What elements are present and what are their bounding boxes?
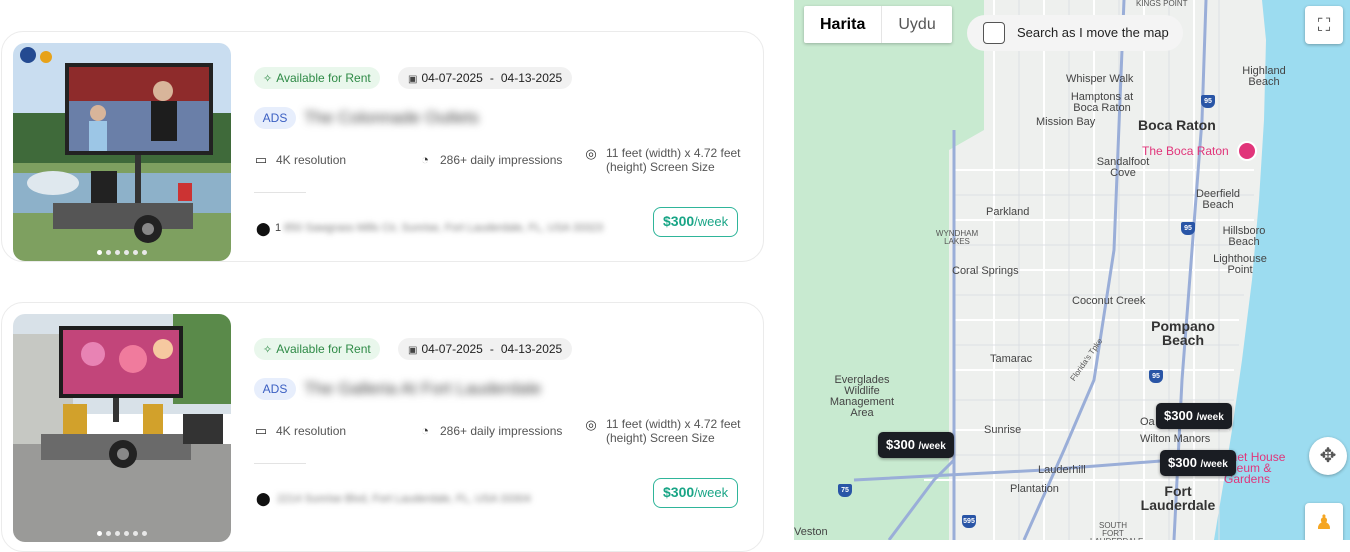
- document-icon: ▭: [254, 152, 268, 167]
- gauge-icon: ◔: [421, 152, 429, 167]
- listing-photo[interactable]: [13, 43, 231, 261]
- map-label: Deerfield Beach: [1195, 188, 1241, 211]
- map-label: Boca Raton: [1138, 117, 1216, 133]
- map-label: Whisper Walk: [1066, 73, 1134, 85]
- map-panel[interactable]: Harita Uydu Search as I move the map ⛶ ✥…: [794, 0, 1350, 540]
- resolution-feature: ▭ 4K resolution: [254, 423, 347, 438]
- image-carousel-dots[interactable]: [13, 531, 231, 536]
- trailer-screen-image: [13, 314, 231, 542]
- price-tag[interactable]: $300/week: [653, 478, 739, 508]
- map-label: Hamptons at Boca Raton: [1070, 91, 1134, 114]
- map-label: Everglades Wildlife Management Area: [829, 374, 895, 419]
- availability-badge: ✧ Available for Rent: [254, 67, 380, 89]
- screen-size-feature: ◎ 11 feet (width) x 4.72 feet (height) Sc…: [585, 146, 741, 174]
- map-label: Sandalfoot Cove: [1096, 156, 1150, 179]
- map-label: Tamarac: [990, 353, 1033, 365]
- map-price-marker[interactable]: $300 /week: [1156, 403, 1232, 429]
- date-range-badge: ▣ 04-07-2025-04-13-2025: [398, 338, 573, 360]
- pegman-icon: ♟: [1315, 512, 1333, 534]
- location-pin-icon: ⬤: [256, 491, 271, 506]
- location-pin-icon: ⬤: [256, 221, 271, 236]
- listings-panel: ✧ Available for Rent ▣ 04-07-2025-04-13-20…: [0, 0, 794, 552]
- listing-address: 2214 Sunrise Blvd, Fort Lauderdale, FL, …: [277, 493, 531, 505]
- impressions-feature: ◔ 286+ daily impressions: [418, 423, 562, 439]
- map-poi-label[interactable]: nnet House useum & Gardens: [1224, 451, 1308, 485]
- map-type-map-button[interactable]: Harita: [804, 6, 883, 43]
- date-range-badge: ▣ 04-07-2025-04-13-2025: [398, 67, 573, 89]
- divider: [254, 192, 306, 193]
- map-label: SOUTH FORT LAUDERDALE: [1090, 521, 1143, 541]
- listing-title[interactable]: The Colonnade Outlets: [304, 107, 479, 129]
- map-label: WYNDHAM LAKES: [935, 229, 979, 246]
- interstate-shield-icon: 75: [838, 484, 852, 497]
- target-icon: ◎: [585, 417, 597, 432]
- street-view-pegman-button[interactable]: ♟: [1305, 503, 1343, 540]
- interstate-shield-icon: 95: [1181, 222, 1195, 235]
- listing-address: 850 Sawgrass Mills Cir, Sunrise, Fort La…: [284, 222, 604, 234]
- map-label: Lighthouse Point: [1213, 253, 1267, 276]
- calendar-icon: ▣: [408, 74, 418, 85]
- interstate-shield-icon: 95: [1149, 370, 1163, 383]
- map-label: Plantation: [1010, 483, 1059, 495]
- search-as-move-checkbox[interactable]: [983, 22, 1005, 44]
- ads-badge: ADS: [254, 378, 296, 400]
- search-as-move-toggle[interactable]: Search as I move the map: [967, 15, 1183, 51]
- map-label: Sunrise: [984, 424, 1022, 436]
- map-label: Fort Lauderdale: [1140, 483, 1216, 513]
- listing-photo[interactable]: [13, 314, 231, 542]
- map-label: Mission Bay: [1036, 116, 1096, 128]
- price-tag[interactable]: $300/week: [653, 207, 739, 237]
- screen-size-feature: ◎ 11 feet (width) x 4.72 feet (height) Sc…: [585, 417, 741, 445]
- impressions-feature: ◔ 286+ daily impressions: [418, 152, 562, 168]
- interstate-shield-icon: 595: [962, 515, 976, 528]
- map-label: Veston: [794, 526, 828, 538]
- map-type-satellite-button[interactable]: Uydu: [882, 6, 951, 43]
- address-prefix: 1: [275, 222, 282, 234]
- fullscreen-icon: ⛶: [1317, 15, 1331, 35]
- divider: [254, 463, 306, 464]
- map-label: Coconut Creek: [1072, 295, 1146, 307]
- listing-card[interactable]: ✧ Available for Rent ▣ 04-07-2025-04-13-20…: [1, 31, 764, 262]
- crosshair-icon: ✥: [1319, 445, 1337, 467]
- map-label: Coral Springs: [952, 265, 1019, 277]
- map-type-toggle: Harita Uydu: [804, 6, 952, 43]
- map-poi-label[interactable]: The Boca Raton: [1142, 145, 1229, 157]
- map-label: Lauderhill: [1038, 464, 1086, 476]
- trailer-screen-image: [13, 43, 231, 261]
- image-carousel-dots[interactable]: [13, 250, 231, 255]
- map-label: Wilton Manors: [1140, 433, 1211, 445]
- calendar-icon: ▣: [408, 345, 418, 356]
- document-icon: ▭: [254, 423, 268, 438]
- map-label: Highland Beach: [1242, 65, 1286, 88]
- listing-title[interactable]: The Galleria At Fort Lauderdale: [304, 378, 541, 400]
- gauge-icon: ◔: [421, 423, 429, 438]
- availability-badge: ✧ Available for Rent: [254, 338, 380, 360]
- map-label: Hillsboro Beach: [1222, 225, 1266, 248]
- map-label: Pompano Beach: [1151, 318, 1215, 348]
- map-price-marker[interactable]: $300 /week: [1160, 450, 1236, 476]
- lightbulb-icon: ✧: [263, 344, 273, 356]
- poi-pin-icon[interactable]: [1237, 141, 1257, 161]
- fullscreen-button[interactable]: ⛶: [1305, 6, 1343, 44]
- map-label: KINGS POINT: [1136, 0, 1188, 8]
- my-location-button[interactable]: ✥: [1309, 437, 1347, 475]
- lightbulb-icon: ✧: [263, 73, 273, 85]
- map-price-marker[interactable]: $300 /week: [878, 432, 954, 458]
- ads-badge: ADS: [254, 107, 296, 129]
- resolution-feature: ▭ 4K resolution: [254, 152, 347, 167]
- interstate-shield-icon: 95: [1201, 95, 1215, 108]
- target-icon: ◎: [585, 146, 597, 161]
- map-label: Parkland: [986, 206, 1030, 218]
- map-label: Oa: [1140, 416, 1155, 428]
- listing-card[interactable]: ✧ Available for Rent ▣ 04-07-2025-04-13-20…: [1, 302, 764, 552]
